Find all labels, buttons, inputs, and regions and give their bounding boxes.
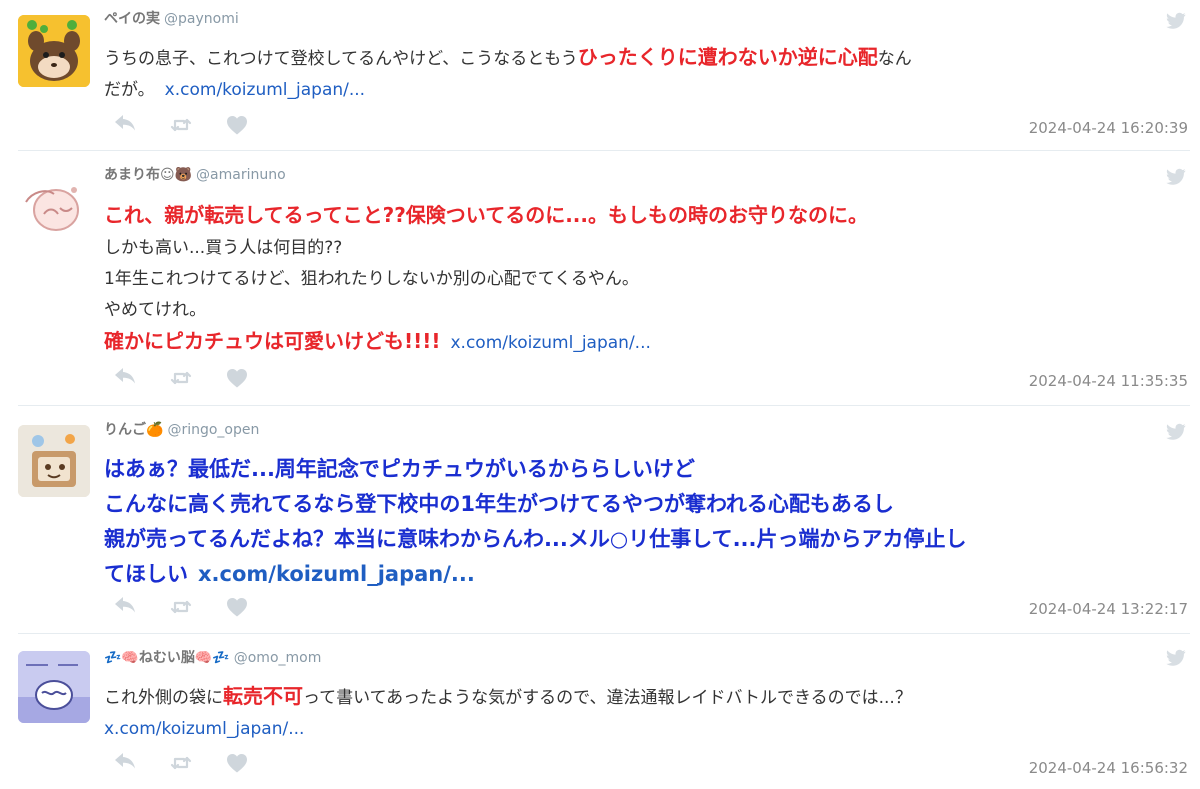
tweet-card: ペイの実 @paynomi うちの息子、これつけて登校してるんやけど、こうなるとも… xyxy=(0,0,1200,150)
display-name[interactable]: ペイの実 xyxy=(104,11,160,27)
tweet-actions xyxy=(114,368,252,388)
tweet-link[interactable]: x.com/koizuml_japan/... xyxy=(165,80,365,100)
tweet-text-segment: だが。 xyxy=(104,80,155,100)
tweet-feed: ペイの実 @paynomi うちの息子、これつけて登校してるんやけど、こうなるとも… xyxy=(0,0,1200,789)
reply-icon[interactable] xyxy=(114,368,140,388)
tweet-text-highlight: 確かにピカチュウは可愛いけども!!!! xyxy=(104,329,441,353)
avatar[interactable] xyxy=(18,651,90,723)
retweet-icon[interactable] xyxy=(170,368,196,388)
tweet-text-highlight: これ、親が転売してるってこと??保険ついてるのに...。もしもの時のお守りなのに… xyxy=(104,203,868,227)
tweet-card: あまり布☺🐻 @amarinuno これ、親が転売してるってこと??保険ついてるの… xyxy=(0,150,1200,405)
tweet-text-segment: って書いてあったような気がするので、違法通報レイドバトルできるのでは...？ xyxy=(303,688,912,708)
tweet-text: うちの息子、これつけて登校してるんやけど、こうなるともうひったくりに遭わないか逆… xyxy=(104,42,1188,106)
tweet-card: りんご🍊 @ringo_open はあぁ？最低だ...周年記念でピカチュウがいるか… xyxy=(0,405,1200,633)
tweet-timestamp[interactable]: 2024-04-24 13:22:17 xyxy=(1029,599,1188,619)
tweet-text-segment: これ外側の袋に xyxy=(104,688,223,708)
reply-icon[interactable] xyxy=(114,753,140,773)
tweet-text-highlight: 親が売ってるんだよね？本当に意味わからんわ...メル○リ仕事して...片っ端から… xyxy=(104,527,967,551)
tweet-text-highlight: てほしい xyxy=(104,562,188,586)
like-icon[interactable] xyxy=(226,368,252,388)
twitter-bird-icon[interactable] xyxy=(1166,423,1186,441)
tweet-link[interactable]: x.com/koizuml_japan/... xyxy=(104,719,304,739)
tweet-text-segment: 1年生これつけてるけど、狙われたりしないか別の心配でてくるやん。 xyxy=(104,269,639,289)
tweet-text-segment: うちの息子、これつけて登校してるんやけど、こうなるともう xyxy=(104,49,578,69)
tweet-text-highlight: ひったくりに遭わないか逆に心配 xyxy=(577,45,878,69)
tweet-card: 💤🧠ねむい脳🧠💤 @omo_mom これ外側の袋に転売不可って書いてあったような気… xyxy=(0,633,1200,789)
tweet-text-segment: しかも高い...買う人は何目的?? xyxy=(104,238,343,258)
reply-icon[interactable] xyxy=(114,115,140,135)
ringo-avatar-image xyxy=(18,425,90,497)
display-name[interactable]: りんご🍊 xyxy=(104,422,163,438)
tweet-timestamp[interactable]: 2024-04-24 11:35:35 xyxy=(1029,371,1188,391)
retweet-icon[interactable] xyxy=(170,115,196,135)
like-icon[interactable] xyxy=(226,753,252,773)
tweet-timestamp[interactable]: 2024-04-24 16:56:32 xyxy=(1029,758,1188,778)
user-handle[interactable]: @amarinuno xyxy=(196,167,286,183)
tweet-text: はあぁ？最低だ...周年記念でピカチュウがいるかららしいけど こんなに高く売れて… xyxy=(104,453,1188,593)
tweet-link[interactable]: x.com/koizuml_japan/... xyxy=(450,333,650,353)
twitter-bird-icon[interactable] xyxy=(1166,12,1186,30)
display-name[interactable]: 💤🧠ねむい脳🧠💤 xyxy=(104,650,230,666)
tweet-text-segment: やめてけれ。 xyxy=(104,300,207,320)
like-icon[interactable] xyxy=(226,597,252,617)
user-handle[interactable]: @ringo_open xyxy=(167,422,259,438)
tweet-actions xyxy=(114,115,252,135)
amarinuno-avatar-image xyxy=(18,172,90,244)
tweet-link[interactable]: x.com/koizuml_japan/... xyxy=(198,562,475,586)
tweet-text-highlight: はあぁ？最低だ...周年記念でピカチュウがいるかららしいけど xyxy=(104,457,695,481)
tweet-actions xyxy=(114,753,252,773)
tweet-text: これ、親が転売してるってこと??保険ついてるのに...。もしもの時のお守りなのに… xyxy=(104,200,1188,359)
sleepy-brain-avatar-image xyxy=(18,651,90,723)
tweet-text-highlight: こんなに高く売れてるなら登下校中の1年生がつけてるやつが奪われる心配もあるし xyxy=(104,492,894,516)
retweet-icon[interactable] xyxy=(170,597,196,617)
retweet-icon[interactable] xyxy=(170,753,196,773)
like-icon[interactable] xyxy=(226,115,252,135)
display-name[interactable]: あまり布☺🐻 xyxy=(104,167,192,183)
user-handle[interactable]: @omo_mom xyxy=(234,650,322,666)
tweet-actions xyxy=(114,597,252,617)
avatar[interactable] xyxy=(18,425,90,497)
avatar[interactable] xyxy=(18,15,90,87)
reply-icon[interactable] xyxy=(114,597,140,617)
twitter-bird-icon[interactable] xyxy=(1166,649,1186,667)
squirrel-avatar-image xyxy=(18,15,90,87)
tweet-text-highlight: 転売不可 xyxy=(223,684,303,708)
twitter-bird-icon[interactable] xyxy=(1166,168,1186,186)
tweet-timestamp[interactable]: 2024-04-24 16:20:39 xyxy=(1029,118,1188,138)
avatar[interactable] xyxy=(18,172,90,244)
tweet-header: 💤🧠ねむい脳🧠💤 @omo_mom xyxy=(104,649,321,667)
tweet-text-segment: なん xyxy=(877,49,912,69)
tweet-text: これ外側の袋に転売不可って書いてあったような気がするので、違法通報レイドバトルで… xyxy=(104,681,1188,745)
tweet-header: りんご🍊 @ringo_open xyxy=(104,421,259,439)
tweet-header: ペイの実 @paynomi xyxy=(104,10,239,28)
user-handle[interactable]: @paynomi xyxy=(164,11,239,27)
tweet-header: あまり布☺🐻 @amarinuno xyxy=(104,166,286,184)
